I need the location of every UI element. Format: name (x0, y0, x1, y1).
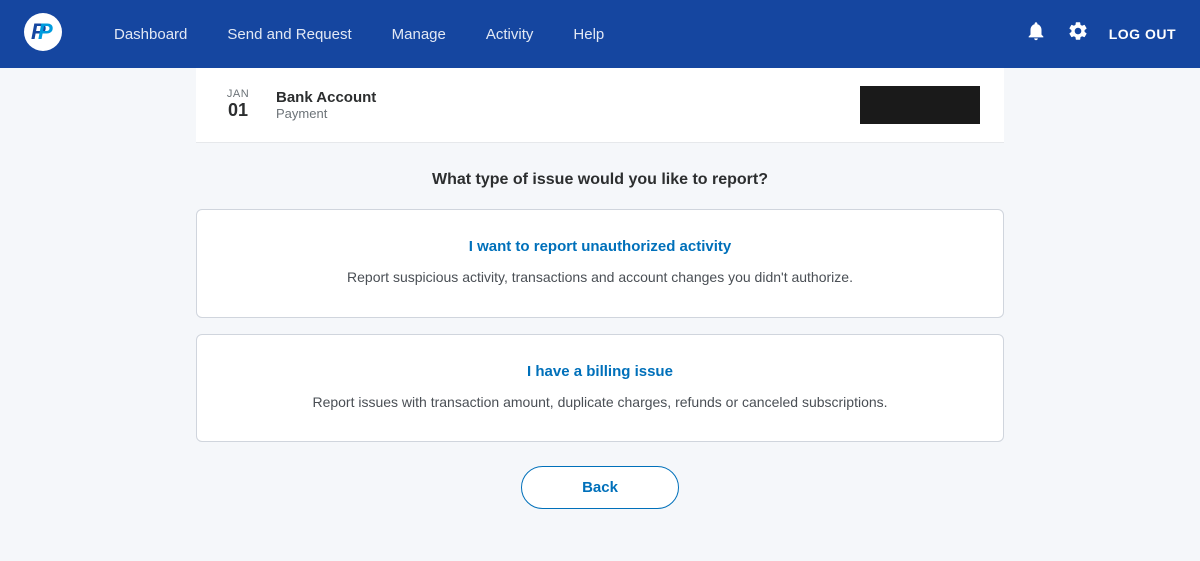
main-content: JAN 01 Bank Account Payment What type of… (0, 68, 1200, 509)
nav-manage[interactable]: Manage (372, 0, 466, 68)
notification-icon[interactable] (1025, 20, 1047, 48)
transaction-day: 01 (228, 100, 248, 122)
option-billing-title: I have a billing issue (233, 363, 967, 380)
svg-text:P: P (38, 19, 53, 44)
nav-help[interactable]: Help (553, 0, 624, 68)
transaction-info: Bank Account Payment (276, 89, 860, 121)
nav-dashboard[interactable]: Dashboard (94, 0, 207, 68)
transaction-title: Bank Account (276, 89, 860, 106)
settings-icon[interactable] (1067, 20, 1089, 48)
option-billing-desc: Report issues with transaction amount, d… (233, 392, 967, 414)
transaction-row: JAN 01 Bank Account Payment (196, 68, 1004, 143)
transaction-month: JAN (227, 88, 249, 100)
nav-activity[interactable]: Activity (466, 0, 554, 68)
back-button-container: Back (196, 466, 1004, 509)
option-card-unauthorized[interactable]: I want to report unauthorized activity R… (196, 209, 1004, 318)
back-button[interactable]: Back (521, 466, 679, 509)
transaction-amount-box (860, 86, 980, 124)
transaction-subtitle: Payment (276, 106, 860, 121)
nav-send-request[interactable]: Send and Request (207, 0, 371, 68)
option-card-billing[interactable]: I have a billing issue Report issues wit… (196, 334, 1004, 443)
main-nav: P P Dashboard Send and Request Manage Ac… (0, 0, 1200, 68)
nav-links: Dashboard Send and Request Manage Activi… (94, 0, 1017, 68)
nav-right: LOG OUT (1025, 20, 1176, 48)
option-unauthorized-desc: Report suspicious activity, transactions… (233, 267, 967, 289)
option-unauthorized-title: I want to report unauthorized activity (233, 238, 967, 255)
transaction-date: JAN 01 (220, 88, 256, 122)
logout-button[interactable]: LOG OUT (1109, 26, 1176, 42)
issue-question: What type of issue would you like to rep… (196, 143, 1004, 209)
paypal-logo: P P (24, 13, 62, 56)
